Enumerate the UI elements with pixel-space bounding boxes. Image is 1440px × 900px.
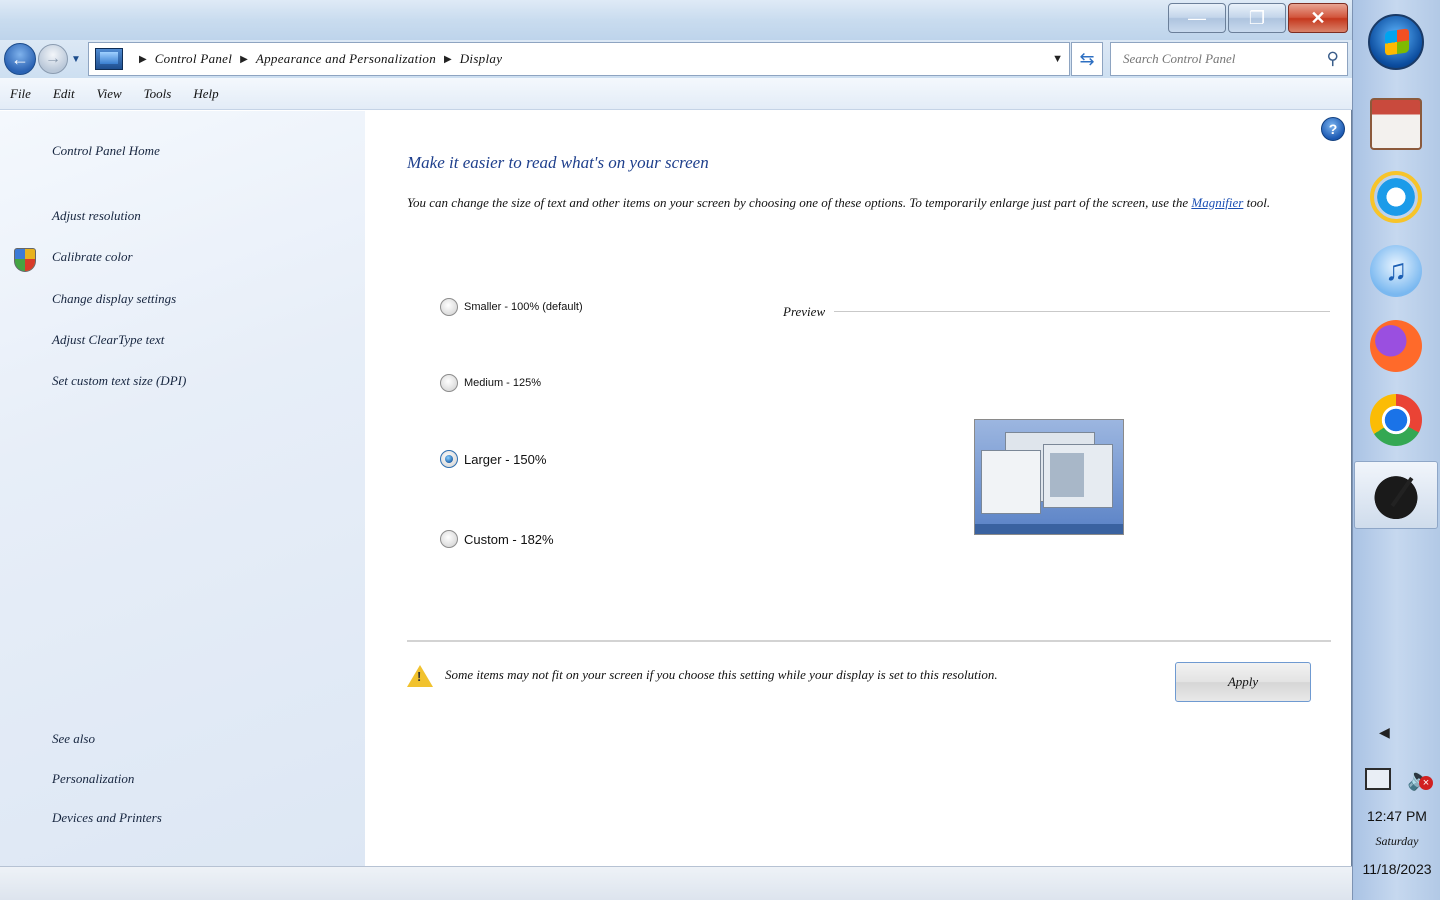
clock-date[interactable]: 11/18/2023 (1353, 861, 1440, 877)
breadcrumb-separator-icon[interactable]: ▶ (444, 54, 452, 65)
page-description: You can change the size of text and othe… (407, 191, 1307, 215)
clock-time[interactable]: 12:47 PM (1353, 808, 1440, 824)
network-icon[interactable] (1365, 768, 1391, 790)
recent-pages-dropdown[interactable]: ▼ (71, 54, 81, 65)
taskbar-itunes[interactable] (1366, 241, 1426, 301)
warning-text: Some items may not fit on your screen if… (445, 667, 998, 682)
magnifier-link[interactable]: Magnifier (1191, 195, 1243, 210)
refresh-button[interactable]: ⇆ (1071, 42, 1103, 76)
breadcrumb-control-panel[interactable]: Control Panel (155, 51, 232, 67)
clock-day[interactable]: Saturday (1353, 834, 1440, 849)
option-medium[interactable]: Medium - 125% (440, 374, 541, 392)
taskbar-chrome[interactable] (1366, 390, 1426, 450)
warning-icon (407, 665, 433, 687)
radio-medium[interactable] (440, 374, 458, 392)
option-medium-label: Medium - 125% (464, 377, 542, 389)
preview-image (974, 419, 1124, 535)
preview-label: Preview (783, 304, 826, 319)
store-icon (1370, 98, 1422, 150)
section-divider (407, 640, 1331, 642)
address-bar[interactable]: ▶ Control Panel ▶ Appearance and Persona… (88, 42, 1070, 76)
main-content: ? Make it easier to read what's on your … (365, 111, 1351, 866)
show-hidden-icons-icon[interactable]: ◀ (1379, 724, 1390, 741)
taskbar-internet-explorer[interactable] (1366, 167, 1426, 227)
menu-view[interactable]: View (97, 86, 122, 102)
volume-muted-icon[interactable]: 🔈 (1407, 766, 1434, 792)
menu-tools[interactable]: Tools (144, 86, 172, 102)
menu-file[interactable]: File (10, 86, 31, 102)
link-adjust-cleartype[interactable]: Adjust ClearType text (52, 332, 164, 348)
caption-buttons: — ❐ ✕ (1166, 3, 1348, 33)
taskbar-firefox[interactable] (1366, 316, 1426, 376)
link-custom-text-size[interactable]: Set custom text size (DPI) (52, 373, 186, 389)
description-end: tool. (1246, 195, 1271, 210)
preview-window-right (1043, 444, 1113, 508)
help-icon[interactable]: ? (1321, 117, 1345, 141)
apply-button[interactable]: Apply (1175, 662, 1311, 702)
option-larger-label: Larger - 150% (464, 451, 547, 467)
taskbar-store[interactable] (1366, 94, 1426, 154)
taskbar: ◀ 🔈 12:47 PM Saturday 11/18/2023 (1352, 0, 1440, 900)
breadcrumb-appearance[interactable]: Appearance and Personalization (256, 51, 436, 67)
control-panel-icon (95, 48, 123, 70)
start-button[interactable] (1368, 14, 1424, 70)
control-panel-window: — ❐ ✕ ← → ▼ ▶ Control Panel ▶ Appearance… (0, 0, 1352, 900)
internet-explorer-icon (1370, 171, 1422, 223)
preview-window-left (981, 450, 1041, 514)
breadcrumb-separator-icon[interactable]: ▶ (240, 54, 248, 65)
link-change-display-settings[interactable]: Change display settings (52, 291, 176, 307)
maximize-button[interactable]: ❐ (1228, 3, 1286, 33)
preview-divider (834, 311, 1330, 312)
see-also-heading: See also (52, 731, 95, 746)
option-custom-label: Custom - 182% (464, 531, 554, 547)
radio-smaller[interactable] (440, 298, 458, 316)
page-title: Make it easier to read what's on your sc… (407, 153, 709, 172)
menu-help[interactable]: Help (193, 86, 218, 102)
link-control-panel-home[interactable]: Control Panel Home (52, 143, 160, 159)
chrome-icon (1370, 394, 1422, 446)
ink-pen-icon (1370, 469, 1422, 521)
breadcrumb-separator-icon[interactable]: ▶ (139, 54, 147, 65)
title-bar: — ❐ ✕ (0, 0, 1352, 40)
link-calibrate-color[interactable]: Calibrate color (52, 249, 133, 265)
option-smaller-label: Smaller - 100% (default) (464, 301, 583, 313)
close-button[interactable]: ✕ (1288, 3, 1348, 33)
preview-taskbar (975, 524, 1123, 534)
back-button[interactable]: ← (4, 43, 36, 75)
link-devices-printers[interactable]: Devices and Printers (52, 810, 162, 826)
search-input[interactable] (1121, 44, 1321, 74)
menu-bar: File Edit View Tools Help (0, 78, 1352, 110)
minimize-button[interactable]: — (1168, 3, 1226, 33)
left-navigation-pane: Control Panel Home Adjust resolution Cal… (0, 111, 365, 866)
option-custom[interactable]: Custom - 182% (440, 530, 554, 548)
search-box[interactable]: ⚲ (1110, 42, 1348, 76)
option-larger[interactable]: Larger - 150% (440, 450, 546, 468)
option-smaller[interactable]: Smaller - 100% (default) (440, 298, 583, 316)
menu-edit[interactable]: Edit (53, 86, 75, 102)
radio-custom[interactable] (440, 530, 458, 548)
link-personalization[interactable]: Personalization (52, 771, 134, 787)
itunes-icon (1370, 245, 1422, 297)
description-text: You can change the size of text and othe… (407, 195, 1189, 210)
search-icon[interactable]: ⚲ (1327, 49, 1339, 69)
shield-icon (14, 248, 36, 272)
taskbar-ink-app[interactable] (1354, 461, 1438, 529)
firefox-icon (1370, 320, 1422, 372)
status-bar (0, 866, 1352, 900)
address-dropdown-icon[interactable]: ▼ (1052, 53, 1063, 65)
navigation-bar: ← → ▼ ▶ Control Panel ▶ Appearance and P… (0, 40, 1352, 78)
link-adjust-resolution[interactable]: Adjust resolution (52, 208, 141, 224)
radio-larger[interactable] (440, 450, 458, 468)
forward-button[interactable]: → (38, 44, 68, 74)
breadcrumb-display[interactable]: Display (460, 51, 503, 67)
